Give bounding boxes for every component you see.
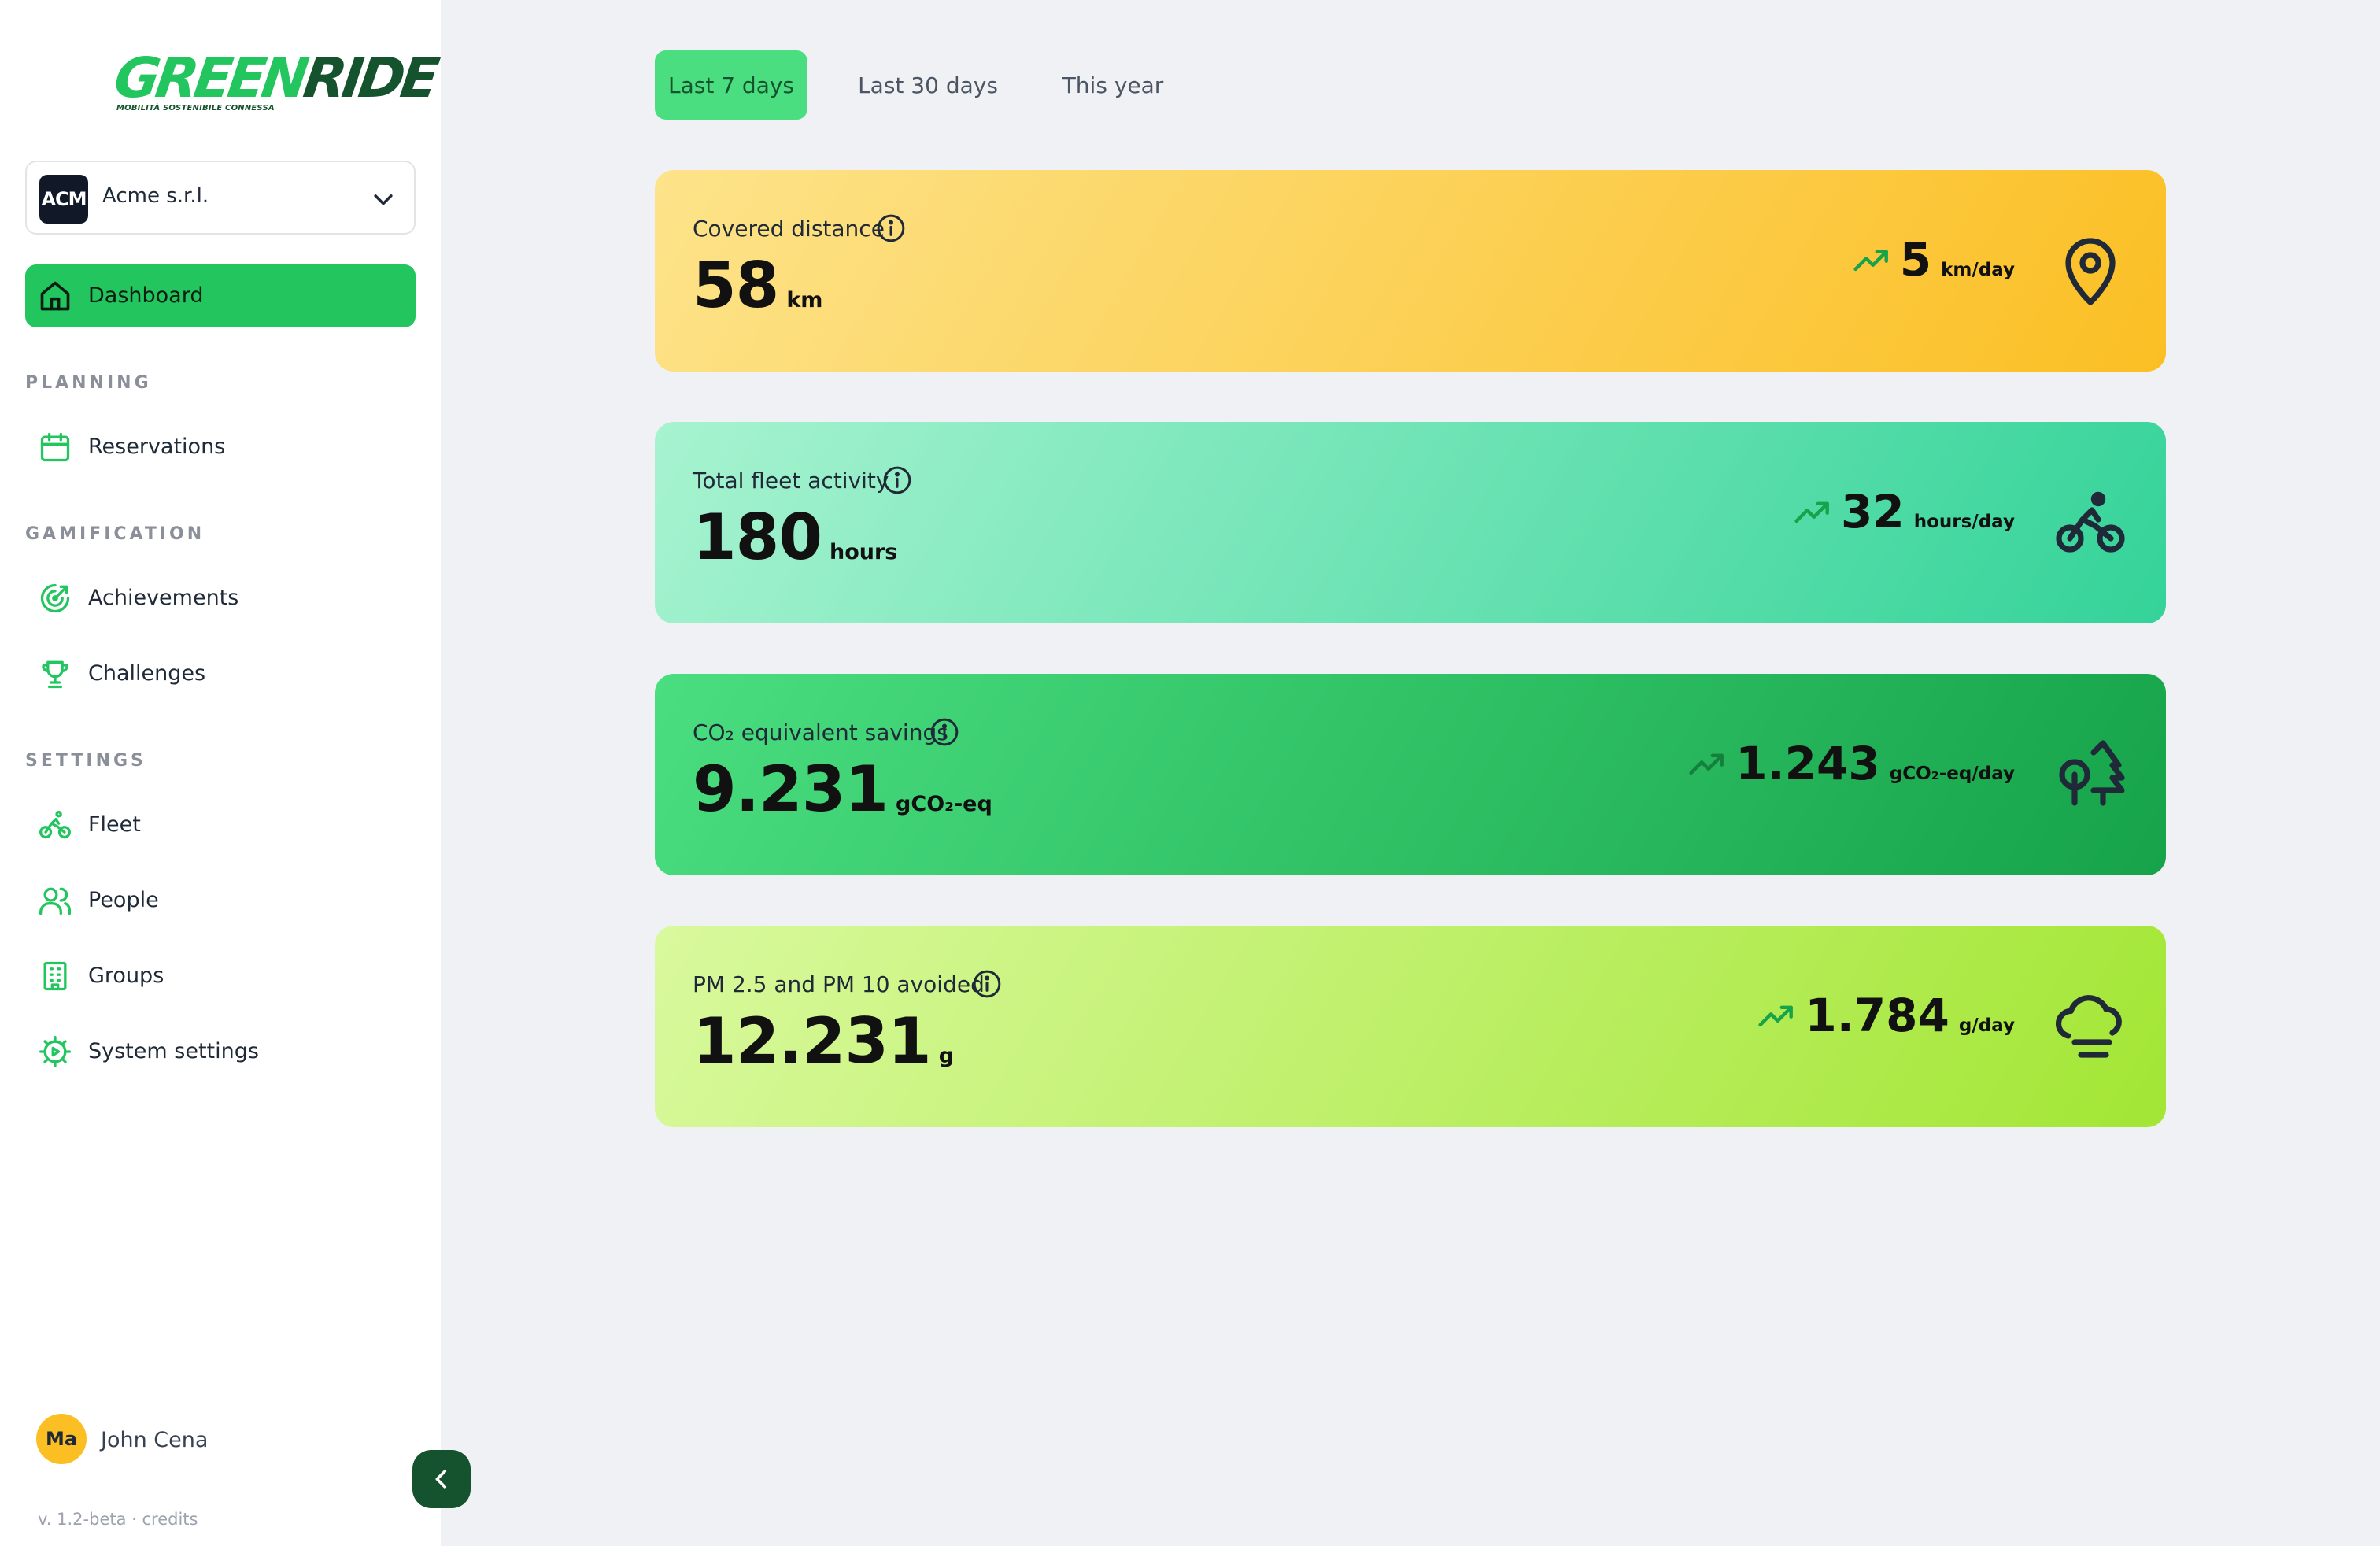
- trending-up-icon: [1853, 250, 1888, 272]
- collapse-sidebar-button[interactable]: [412, 1450, 471, 1508]
- tab-last-30-days[interactable]: Last 30 days: [852, 50, 1004, 120]
- nav-challenges-label: Challenges: [88, 661, 206, 686]
- trend-unit: hours/day: [1913, 512, 2015, 532]
- info-icon[interactable]: [929, 716, 960, 748]
- target-arrow-icon: [40, 583, 70, 613]
- card-trend: 5 km/day: [1853, 233, 2015, 287]
- trend-value: 1.243: [1735, 737, 1880, 790]
- nav-dashboard[interactable]: Dashboard: [25, 264, 416, 327]
- avatar: Ma: [36, 1414, 87, 1464]
- trending-up-icon: [1794, 501, 1829, 523]
- card-unit: km: [786, 288, 823, 313]
- info-icon[interactable]: [881, 464, 913, 496]
- card-unit: gCO₂-eq: [896, 792, 992, 816]
- logo-word-dark: RIDE: [299, 46, 440, 110]
- trending-up-icon: [1758, 1005, 1794, 1027]
- card-unit: hours: [830, 540, 898, 564]
- nav-people-label: People: [88, 888, 159, 912]
- user-name: John Cena: [101, 1428, 209, 1452]
- trend-value: 32: [1841, 485, 1905, 538]
- card-trend: 1.243 gCO₂-eq/day: [1688, 737, 2015, 790]
- nav-fleet[interactable]: Fleet: [25, 793, 416, 856]
- nav-achievements[interactable]: Achievements: [25, 567, 416, 630]
- nav-achievements-label: Achievements: [88, 586, 239, 610]
- card-value: 9.231: [693, 753, 889, 826]
- card-title: PM 2.5 and PM 10 avoided: [693, 971, 985, 997]
- logo-tagline: MOBILITÀ SOSTENIBILE CONNESSA: [116, 104, 275, 113]
- nav-reservations[interactable]: Reservations: [25, 416, 416, 479]
- tab-this-year[interactable]: This year: [1045, 50, 1181, 120]
- section-planning: PLANNING: [25, 373, 152, 393]
- tab-last-7-days[interactable]: Last 7 days: [655, 50, 808, 120]
- gear-play-icon: [39, 1036, 71, 1067]
- home-icon: [40, 281, 70, 311]
- greenride-logo[interactable]: GREENRIDE MOBILITÀ SOSTENIBILE CONNESSA: [110, 46, 439, 118]
- version-credits[interactable]: v. 1.2-beta · credits: [38, 1510, 198, 1529]
- nav-groups[interactable]: Groups: [25, 945, 416, 1008]
- card-main-value: 9.231 gCO₂-eq: [693, 753, 992, 826]
- organization-select[interactable]: ACM Acme s.r.l.: [25, 161, 416, 235]
- card-unit: g: [938, 1044, 955, 1068]
- trend-value: 5: [1899, 233, 1932, 287]
- nav-dashboard-label: Dashboard: [88, 283, 204, 308]
- org-avatar: ACM: [39, 175, 88, 224]
- trend-unit: g/day: [1958, 1015, 2015, 1036]
- stat-card-covered-distance: Covered distance 58 km 5 km/day: [655, 170, 2166, 372]
- nav-challenges[interactable]: Challenges: [25, 642, 416, 705]
- logo-wordmark: GREENRIDE: [110, 46, 439, 110]
- building-icon: [43, 961, 67, 991]
- chevron-left-icon: [435, 1470, 447, 1489]
- nav-system-settings[interactable]: System settings: [25, 1020, 416, 1083]
- card-value: 12.231: [693, 1004, 932, 1078]
- org-name: Acme s.r.l.: [102, 184, 209, 208]
- trending-up-icon: [1689, 753, 1724, 775]
- stat-card-pm-avoided: PM 2.5 and PM 10 avoided 12.231 g 1.784 g…: [655, 926, 2166, 1127]
- sidebar: GREENRIDE MOBILITÀ SOSTENIBILE CONNESSA …: [0, 0, 441, 1546]
- nav-reservations-label: Reservations: [88, 435, 226, 459]
- card-value: 58: [693, 249, 779, 322]
- logo-word-green: GREEN: [110, 46, 309, 110]
- calendar-icon: [40, 432, 70, 462]
- section-gamification: GAMIFICATION: [25, 524, 205, 544]
- nav-system-settings-label: System settings: [88, 1039, 259, 1063]
- card-value: 180: [693, 501, 822, 574]
- section-settings: SETTINGS: [25, 751, 146, 771]
- nav-fleet-label: Fleet: [88, 812, 141, 837]
- card-main-value: 58 km: [693, 249, 822, 322]
- trend-unit: km/day: [1941, 260, 2015, 280]
- card-title: Covered distance: [693, 216, 885, 242]
- card-main-value: 12.231 g: [693, 1004, 954, 1078]
- trophy-icon: [42, 660, 68, 689]
- map-pin-icon: [2065, 238, 2116, 305]
- card-main-value: 180 hours: [693, 501, 897, 574]
- cloud-fog-icon: [2056, 995, 2122, 1058]
- nav-groups-label: Groups: [88, 963, 164, 988]
- bicycle-icon: [39, 811, 71, 839]
- info-icon[interactable]: [875, 213, 907, 244]
- users-icon: [39, 887, 71, 915]
- card-trend: 1.784 g/day: [1757, 989, 2015, 1042]
- stat-card-co2-savings: CO₂ equivalent savings 9.231 gCO₂-eq 1.24…: [655, 674, 2166, 875]
- card-trend: 32 hours/day: [1794, 485, 2015, 538]
- trees-icon: [2059, 740, 2125, 806]
- card-title: CO₂ equivalent savings: [693, 719, 948, 745]
- info-icon[interactable]: [971, 968, 1003, 1000]
- chevron-down-icon: [374, 194, 393, 205]
- bicycle-rider-icon: [2056, 491, 2125, 553]
- trend-value: 1.784: [1805, 989, 1949, 1042]
- nav-people[interactable]: People: [25, 869, 416, 932]
- trend-unit: gCO₂-eq/day: [1889, 764, 2015, 784]
- card-title: Total fleet activity: [693, 468, 889, 494]
- stat-card-fleet-activity: Total fleet activity 180 hours 32 hours/d…: [655, 422, 2166, 623]
